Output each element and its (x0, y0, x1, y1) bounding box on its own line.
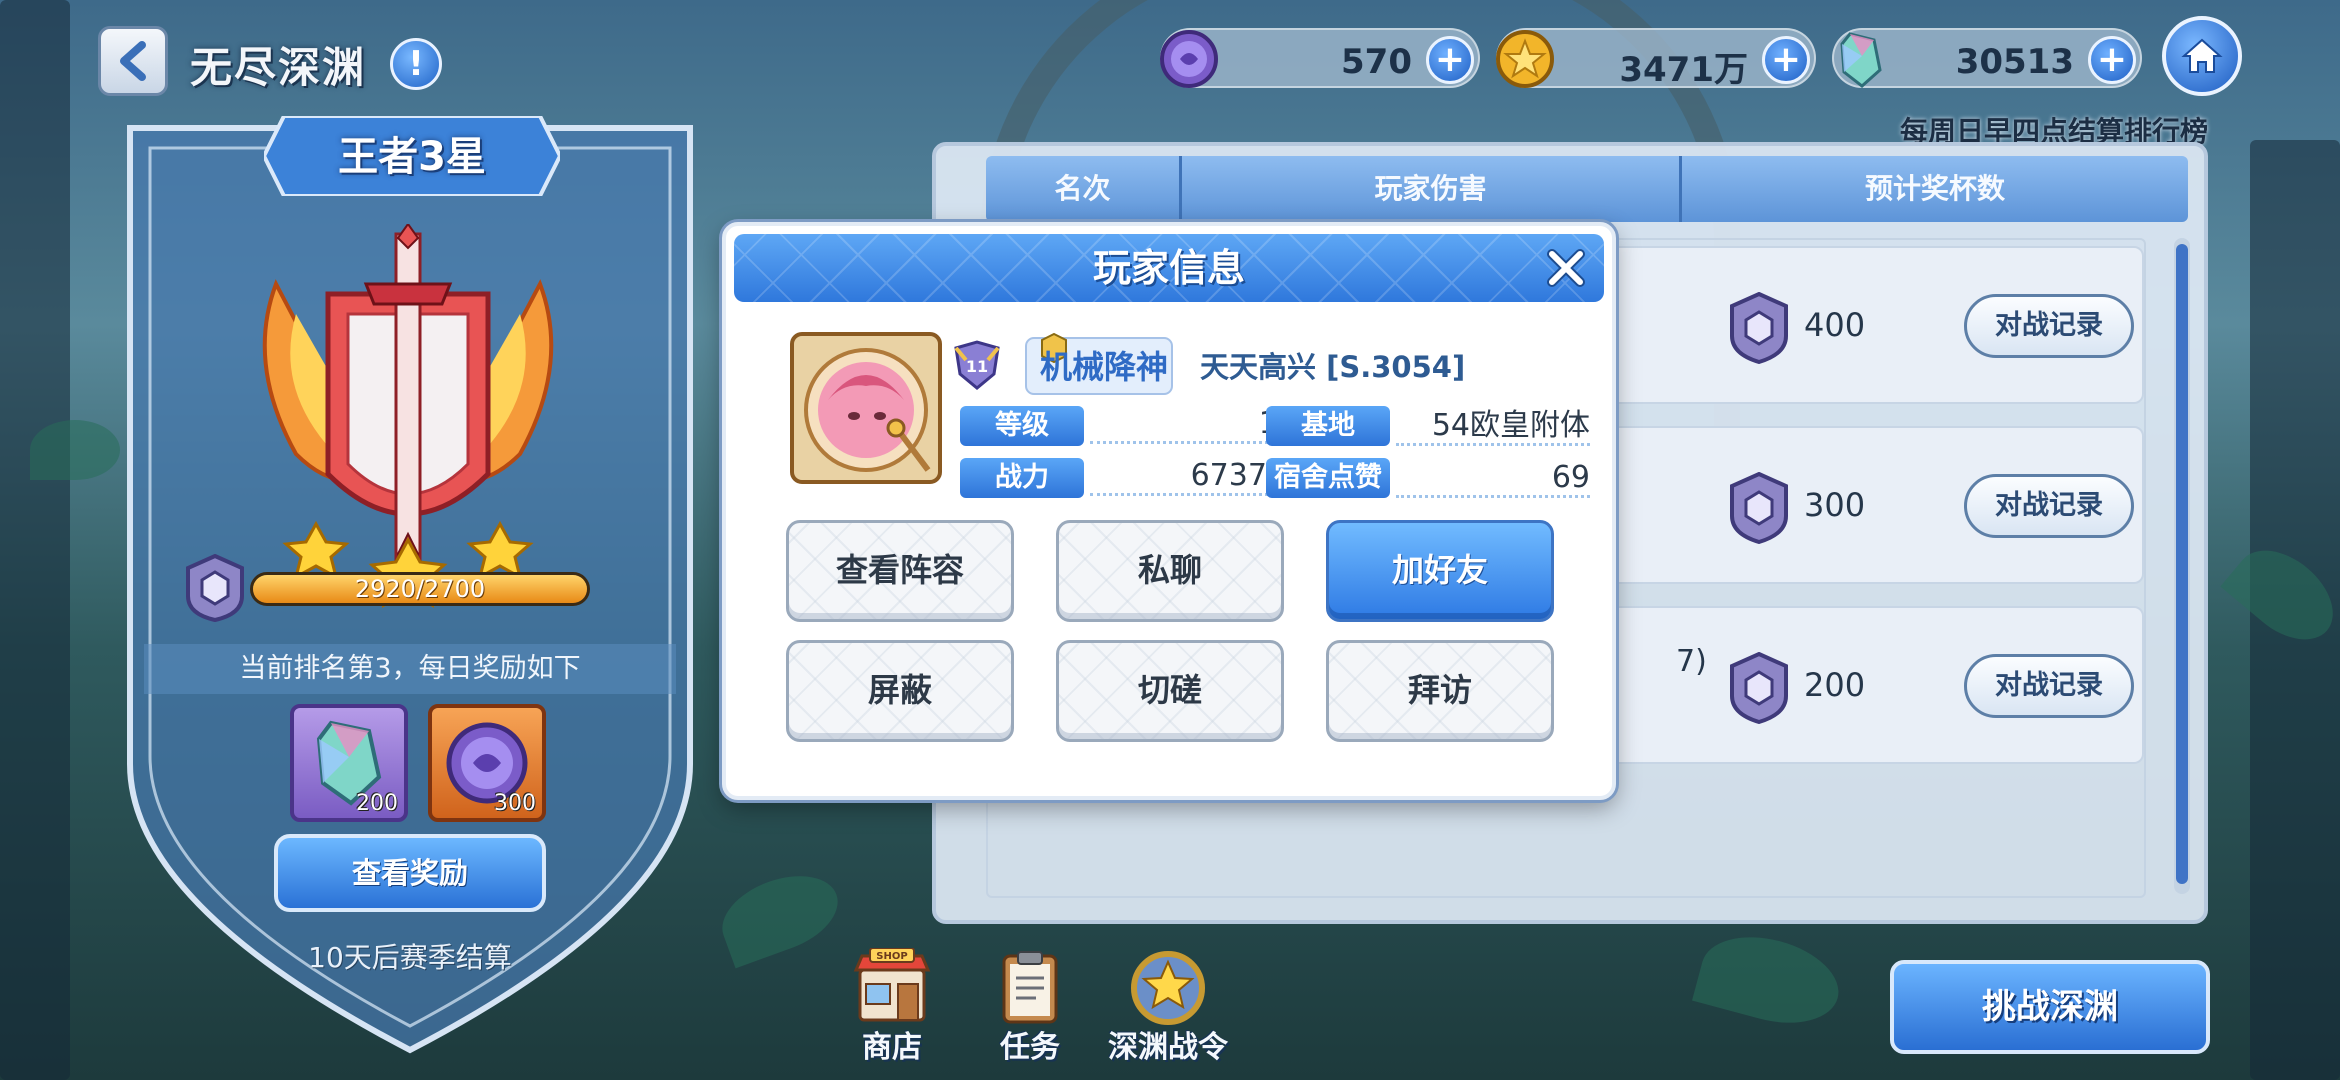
nav-shop-label: 商店 (862, 1030, 922, 1065)
gold-coin-value: 3471万 (1619, 50, 1748, 90)
add-purple-coin-button[interactable]: + (1426, 36, 1474, 84)
leaderboard-header: 名次 玩家伤害 预计奖杯数 (986, 156, 2188, 222)
scrollbar-thumb[interactable] (2176, 244, 2188, 884)
private-chat-button[interactable]: 私聊 (1056, 520, 1284, 622)
level-badge-number: 11 (966, 357, 988, 376)
abyss-pass-medal-icon (1131, 951, 1205, 1025)
close-icon[interactable] (1542, 244, 1590, 292)
modal-header: 玩家信息 (734, 234, 1604, 302)
back-button[interactable] (98, 26, 168, 96)
shop-sign-text: SHOP (876, 951, 907, 962)
purple-coin-value: 570 (1341, 42, 1412, 82)
rank-panel: 王者3星 2920/2700 当前排名第3，每日奖励如下 200 300 查看奖… (124, 116, 696, 1054)
home-icon (2181, 38, 2223, 73)
column-rank: 名次 (986, 156, 1182, 222)
challenge-abyss-button[interactable]: 挑战深渊 (1890, 960, 2210, 1054)
reward-item-crystal[interactable]: 200 (290, 704, 408, 822)
battle-record-button[interactable]: 对战记录 (1964, 474, 2134, 538)
view-lineup-button[interactable]: 查看阵容 (786, 520, 1014, 622)
resource-crystal: 30513 + (1832, 28, 2142, 88)
add-crystal-button[interactable]: + (2088, 36, 2136, 84)
nav-abyss-pass-label: 深渊战令 (1108, 1030, 1228, 1065)
stat-label-base: 基地 (1266, 406, 1390, 446)
trophy-shield-icon (1730, 292, 1788, 364)
column-trophies: 预计奖杯数 (1864, 172, 2005, 205)
trophy-shield-icon (1730, 472, 1788, 544)
trophy-shield-icon (1730, 652, 1788, 724)
row-trophy-count: 300 (1804, 486, 1866, 524)
resource-gold-coin: 3471万 + (1496, 28, 1816, 90)
nav-tasks[interactable]: 任务 (970, 948, 1090, 1074)
rank-progress-text: 2920/2700 (354, 575, 486, 603)
plus-icon: + (2096, 39, 2128, 80)
page-title: 无尽深渊 (190, 43, 367, 92)
nav-shop[interactable]: SHOP 商店 (832, 948, 952, 1074)
nav-tasks-label: 任务 (1000, 1030, 1060, 1065)
plus-icon: + (1770, 39, 1802, 80)
stat-label-level: 等级 (960, 406, 1084, 446)
plus-icon: + (1434, 39, 1466, 80)
crystal-gem-icon (1840, 32, 1882, 88)
level-badge-icon: 11 (954, 340, 1000, 390)
trophy-shield-icon (186, 554, 244, 622)
block-button[interactable]: 屏蔽 (786, 640, 1014, 742)
add-friend-button[interactable]: 加好友 (1326, 520, 1554, 622)
exclamation-icon: ! (408, 44, 424, 84)
column-damage: 玩家伤害 (1182, 156, 1682, 222)
battle-record-button[interactable]: 对战记录 (1964, 294, 2134, 358)
home-button[interactable] (2162, 16, 2242, 96)
row-trophy-count: 200 (1804, 666, 1866, 704)
purple-coin-icon (1160, 30, 1218, 88)
task-clipboard-icon (1002, 951, 1058, 1024)
resource-purple-coin: 570 + (1160, 28, 1480, 88)
stat-value-dorm-likes: 69 (1396, 458, 1590, 498)
guild-logo: 机械降神 (1025, 332, 1173, 395)
player-name: 天天高兴 [S.3054] (1200, 350, 1466, 384)
stat-value-base: 54欧皇附体 (1396, 406, 1590, 446)
info-button[interactable]: ! (390, 38, 442, 90)
stat-label-dorm-likes: 宿舍点赞 (1266, 458, 1390, 498)
player-avatar[interactable] (788, 330, 944, 486)
chevron-left-icon (120, 41, 146, 81)
view-reward-button[interactable]: 查看奖励 (274, 834, 546, 912)
spar-button[interactable]: 切磋 (1056, 640, 1284, 742)
shop-icon: SHOP (853, 948, 931, 1022)
rank-progress-bar: 2920/2700 (250, 572, 590, 606)
modal-title: 玩家信息 (1092, 246, 1245, 290)
reward-item-purple-coin[interactable]: 300 (428, 704, 546, 822)
guild-logo-text: 机械降神 (1040, 348, 1168, 386)
battle-record-button[interactable]: 对战记录 (1964, 654, 2134, 718)
gold-star-coin-icon (1496, 30, 1554, 88)
reward-count: 200 (356, 791, 398, 816)
add-gold-coin-button[interactable]: + (1762, 36, 1810, 84)
leaderboard-scrollbar[interactable] (2174, 238, 2190, 894)
reward-count: 300 (494, 791, 536, 816)
season-end-text: 10天后赛季结算 (308, 941, 512, 974)
visit-button[interactable]: 拜访 (1326, 640, 1554, 742)
nav-abyss-pass[interactable]: 深渊战令 (1108, 948, 1228, 1074)
stat-label-power: 战力 (960, 458, 1084, 498)
player-info-modal: 玩家信息 11 机械降神 天天高兴 [S.3054] 等级 107 基地 54欧… (722, 222, 1616, 800)
rank-title-banner: 王者3星 (264, 116, 560, 196)
row-trophy-count: 400 (1804, 306, 1866, 344)
row-partial-text: 7) (1676, 644, 1707, 679)
daily-reward-desc: 当前排名第3，每日奖励如下 (144, 644, 676, 694)
crystal-value: 30513 (1955, 42, 2074, 82)
rank-title: 王者3星 (338, 134, 486, 180)
